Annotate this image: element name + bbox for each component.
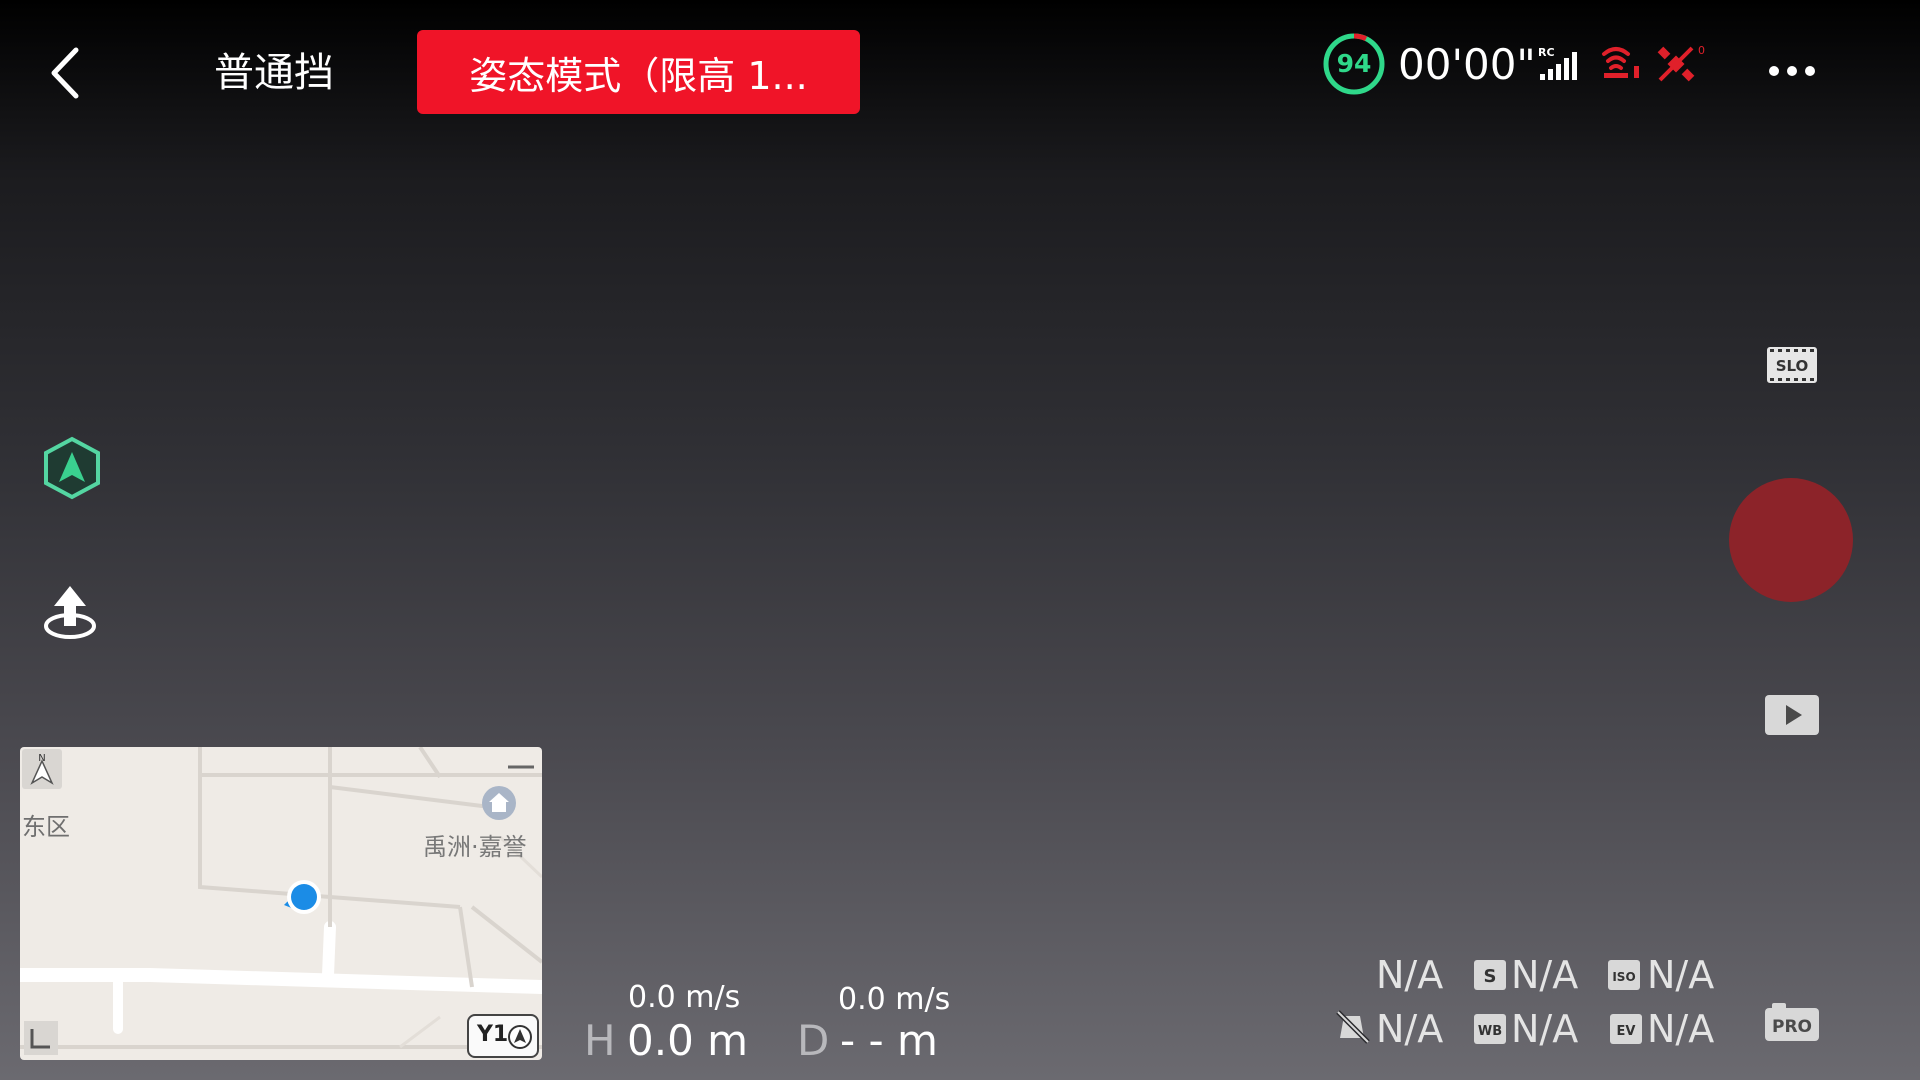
- minus-icon: [508, 765, 534, 769]
- wb-label: WB: [1478, 1024, 1502, 1039]
- attitude-mode-alert[interactable]: 姿态模式（限高 1...: [417, 30, 860, 114]
- s-label: S: [1484, 966, 1497, 987]
- minimap[interactable]: N 东区 禹洲·嘉誉 Y1: [20, 747, 542, 1060]
- shutter-s-icon: S: [1474, 960, 1506, 990]
- takeoff-button[interactable]: [40, 582, 100, 642]
- map-label-east: 东区: [22, 813, 70, 841]
- iso-value[interactable]: N/A: [1647, 952, 1714, 998]
- map-poi-home-icon: [480, 784, 518, 822]
- rc-signal-indicator[interactable]: RC: [1538, 46, 1586, 82]
- ev-label: EV: [1617, 1024, 1636, 1039]
- record-button[interactable]: [1729, 478, 1853, 602]
- height-value: 0.0 m: [627, 1016, 749, 1065]
- height-label: H: [584, 1016, 616, 1065]
- hexagon-arrow-icon: [44, 436, 100, 500]
- vertical-speed: 0.0 m/s: [838, 982, 951, 1017]
- gps-status-indicator[interactable]: 0: [1656, 44, 1706, 84]
- navigation-arrow-icon: [508, 1025, 532, 1049]
- more-button[interactable]: [1766, 58, 1818, 84]
- exposure-ev-icon: EV: [1610, 1014, 1642, 1044]
- map-aircraft-icon: [282, 877, 322, 917]
- battery-indicator[interactable]: 94: [1322, 32, 1386, 96]
- slow-motion-button[interactable]: SLO: [1766, 346, 1818, 384]
- rc-signal-icon: RC: [1538, 46, 1577, 80]
- map-expand-button[interactable]: [22, 1019, 60, 1057]
- exposure-ev-value[interactable]: N/A: [1647, 1006, 1714, 1052]
- focus-value[interactable]: N/A: [1376, 1006, 1443, 1052]
- map-scale-label: Y1: [477, 1022, 509, 1047]
- white-balance-value[interactable]: N/A: [1511, 1006, 1578, 1052]
- map-label-poi: 禹洲·嘉誉: [423, 833, 527, 861]
- video-signal-icon: [1602, 47, 1639, 78]
- satellite-off-icon: 0: [1657, 44, 1705, 82]
- flight-mode-label[interactable]: 普通挡: [214, 48, 334, 98]
- alert-text: 姿态模式（限高 1...: [469, 53, 808, 98]
- map-minimize-button[interactable]: [500, 747, 542, 787]
- map-north-button[interactable]: N: [22, 749, 62, 789]
- chevron-left-icon: [51, 47, 79, 99]
- distance-label: D: [797, 1016, 830, 1065]
- pro-label: PRO: [1772, 1017, 1812, 1037]
- play-icon: [1765, 695, 1819, 735]
- playback-button[interactable]: [1764, 694, 1820, 736]
- white-balance-icon: WB: [1474, 1014, 1506, 1044]
- expand-corner-icon: [24, 1021, 58, 1055]
- map-roads: [20, 747, 542, 1049]
- flight-time: 00'00": [1398, 40, 1536, 89]
- pro-mode-button[interactable]: PRO: [1764, 1002, 1820, 1042]
- focus-off-icon: [1336, 1010, 1370, 1044]
- compass-north-icon: N: [30, 753, 54, 785]
- shutter-speed-value[interactable]: N/A: [1376, 952, 1443, 998]
- smart-track-button[interactable]: [42, 436, 102, 500]
- rc-label: RC: [1538, 46, 1555, 59]
- iso-icon: ISO: [1608, 960, 1640, 990]
- distance-value: - - m: [840, 1016, 938, 1065]
- slo-film-icon: SLO: [1767, 347, 1817, 383]
- gps-count: 0: [1698, 44, 1705, 57]
- battery-percent: 94: [1336, 49, 1372, 78]
- shutter-s-value[interactable]: N/A: [1511, 952, 1578, 998]
- takeoff-icon: [44, 586, 96, 639]
- map-scale-button[interactable]: Y1: [467, 1014, 539, 1058]
- slo-label: SLO: [1776, 357, 1809, 375]
- pro-camera-icon: PRO: [1765, 1003, 1819, 1041]
- more-dots-icon: [1769, 66, 1815, 76]
- video-signal-indicator[interactable]: [1600, 46, 1644, 80]
- iso-label: ISO: [1612, 970, 1635, 984]
- back-button[interactable]: [44, 44, 88, 102]
- horizontal-speed: 0.0 m/s: [628, 980, 741, 1015]
